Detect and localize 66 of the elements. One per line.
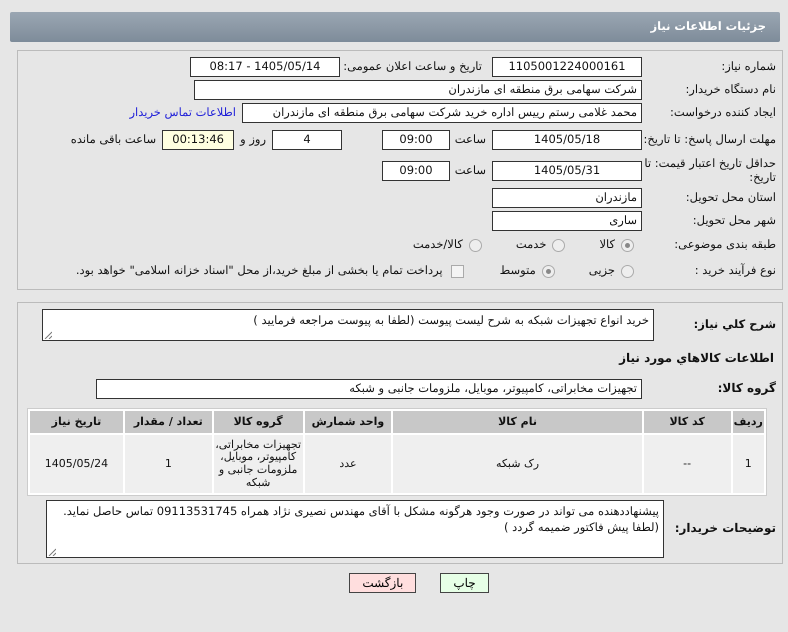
field-value: مازندران [492,188,642,208]
field-value: 1405/05/18 [492,130,642,150]
field-label: گروه کالا: [716,382,777,396]
print-button[interactable]: چاپ [440,573,489,593]
radio-label: خدمت [516,236,546,254]
column-header: ردیف [732,411,764,433]
field-value: 1405/05/31 [492,160,642,180]
field-label: توضیحات خریدار: [674,522,777,536]
column-header: نام کالا [393,411,642,433]
column-header: تعداد / مقدار [124,411,212,433]
field-label: نوع فرآیند خرید : [694,264,777,278]
radio-label: جزیی [588,262,615,280]
table-cell: -- [644,435,730,493]
table-cell: عدد [304,435,392,493]
radio-label: کالا/خدمت [412,236,463,254]
notes-line: (لطفا پیش فاکتور ضمیمه گردد ) [502,519,659,536]
field-label: ساعت باقی مانده [70,130,158,148]
field-value: محمد غلامی رستم رییس اداره خرید شرکت سهامی برق منطقه ای مازندران [242,102,642,122]
field-label: مهلت ارسال پاسخ: تا تاریخ: [642,132,777,146]
radio-label: کالا [599,236,615,254]
field-value: تجهیزات مخابراتی، کامپیوتر، موبایل، ملزومات جانبی و شبکه [96,378,642,398]
table-cell: 1405/05/24 [30,435,123,493]
checkbox[interactable] [450,264,464,278]
radio-button[interactable] [542,264,555,278]
countdown-value: 00:13:46 [162,130,234,150]
field-label: حداقل تاریخ اعتبار قیمت: تا تاریخ: [643,157,777,184]
column-header: واحد شمارش [304,411,392,433]
field-label: شماره نیاز: [720,60,777,74]
column-header: گروه کالا [214,411,303,433]
radio-button[interactable] [621,264,634,278]
radio-button[interactable] [621,238,634,252]
field-label: ایجاد کننده درخواست: [669,106,777,120]
page-title: جزئیات اطلاعات نیاز [10,12,780,42]
field-label: شهر محل تحویل: [692,214,777,228]
radio-button[interactable] [468,238,482,252]
field-value: 4 [272,130,342,150]
field-label: طبقه بندی موضوعی: [673,238,777,252]
back-button[interactable]: بازگشت [349,573,416,593]
field-value: 1105001224000161 [492,56,642,76]
description-field: خرید انواع تجهیزات شبکه به شرح لیست پیوست (لطفا به پیوست مراجعه فرمایید ) [42,309,654,341]
field-label: استان محل تحویل: [684,190,777,204]
resize-grip-icon[interactable] [44,331,52,339]
field-label: شرح کلي نياز: [692,318,777,332]
contact-link[interactable]: اطلاعات تماس خریدار [123,104,242,122]
field-label: نام دستگاه خریدار: [684,82,777,96]
field-value: ساری [492,210,642,230]
column-header: تاریخ نیاز [30,411,123,433]
field-label: تاریخ و ساعت اعلان عمومی: [342,58,483,75]
field-value: شرکت سهامی برق منطقه ای مازندران [194,80,642,100]
field-value: 1405/05/14 - 08:17 [190,56,340,76]
field-label: روز و [238,130,267,148]
field-label: ساعت [454,162,487,179]
radio-button[interactable] [552,238,566,252]
table-cell: 1 [732,435,764,493]
field-label: ساعت [454,130,487,148]
field-value: 09:00 [382,130,450,150]
section-heading: اطلاعات کالاهاي مورد نياز [618,350,775,367]
table-cell: تجهیزات مخابراتی، کامپیوتر، موبایل، ملزومات جانبی و شبکه [214,435,303,493]
table-cell: 1 [124,435,212,493]
notes-line: پیشنهاددهنده می تواند در صورت وجود هرگونه مشکل با آقای مهندس نصیری نژاد همراه 09113531745 تماس حاصل نماید. [62,503,659,520]
resize-grip-icon[interactable] [48,548,56,556]
checkbox-label: پرداخت تمام یا بخشی از مبلغ خرید،از محل "اسناد خزانه اسلامی" خواهد بود. [76,262,443,280]
table-cell: رک شبکه [393,435,642,493]
radio-label: متوسط [500,262,536,280]
column-header: کد کالا [644,411,730,433]
field-value: 09:00 [382,160,450,180]
